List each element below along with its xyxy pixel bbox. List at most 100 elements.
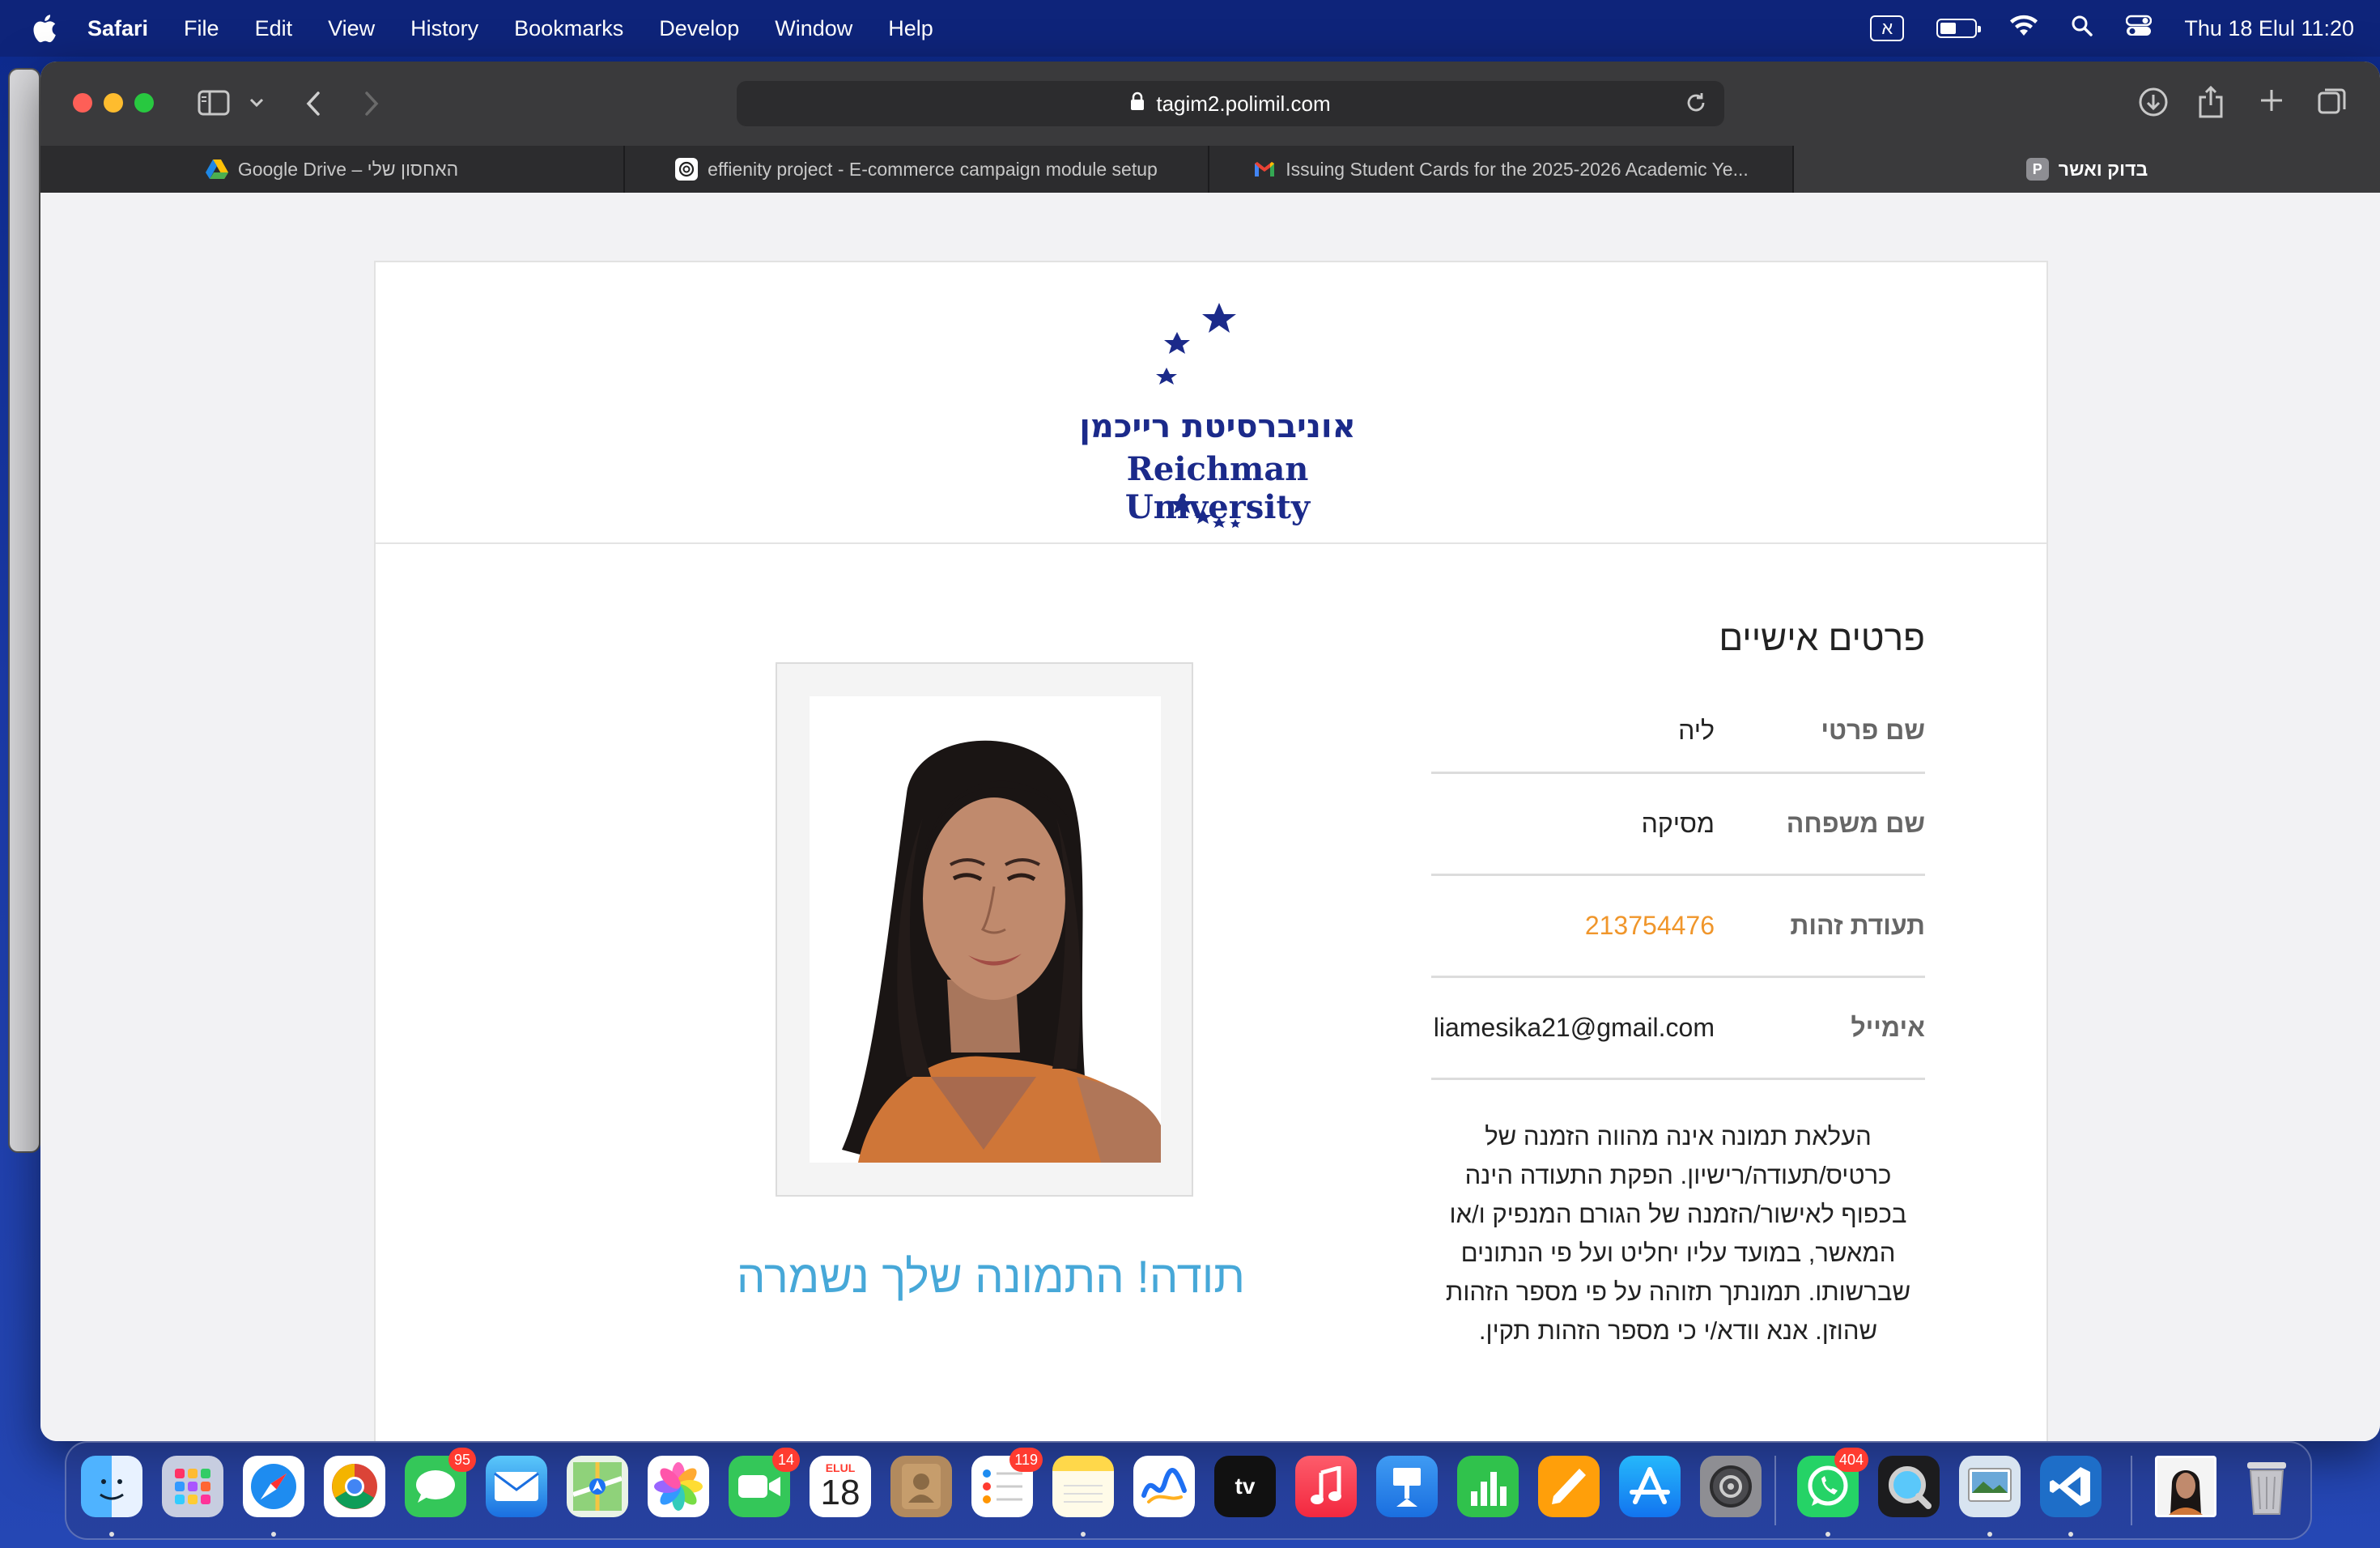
content-card: אוניברסיטת רייכמן Reichman University פר…: [374, 261, 2048, 1441]
minimize-window-button[interactable]: [104, 93, 123, 113]
preview-icon[interactable]: [1959, 1456, 2021, 1517]
finder-icon[interactable]: [81, 1456, 142, 1517]
fullscreen-window-button[interactable]: [134, 93, 154, 113]
music-icon[interactable]: [1295, 1456, 1357, 1517]
menu-window[interactable]: Window: [775, 16, 852, 41]
mail-icon[interactable]: [486, 1456, 547, 1517]
background-window[interactable]: [8, 68, 40, 1153]
apple-menu-icon[interactable]: [31, 12, 58, 45]
tab-title: Issuing Student Cards for the 2025-2026 …: [1286, 158, 1749, 180]
spotlight-search-icon[interactable]: [2071, 15, 2093, 43]
email-value: liamesika21@gmail.com: [1433, 1013, 1715, 1042]
tab-title: בדוק ואשר: [2058, 158, 2148, 180]
email-row: אימייל liamesika21@gmail.com: [1431, 978, 1925, 1080]
google-drive-icon: [205, 158, 228, 181]
back-arrow-icon[interactable]: [304, 91, 322, 117]
p-letter-icon: P: [2025, 158, 2049, 181]
input-source-icon[interactable]: א: [1870, 15, 1905, 41]
menu-clock[interactable]: Thu 18 Elul 11:20: [2184, 16, 2354, 41]
reminders-icon[interactable]: 119: [971, 1448, 1043, 1517]
menu-view[interactable]: View: [328, 16, 375, 41]
menu-bookmarks[interactable]: Bookmarks: [514, 16, 623, 41]
share-icon[interactable]: [2197, 84, 2225, 118]
wifi-icon[interactable]: [2009, 15, 2038, 43]
url-text: tagim2.polimil.com: [1156, 91, 1331, 116]
tab-google-drive[interactable]: Google Drive – האחסון שלי: [40, 146, 625, 193]
tab-title: effienity project - E-commerce campaign …: [708, 158, 1158, 180]
menu-history[interactable]: History: [410, 16, 478, 41]
tab-check-and-approve[interactable]: P בדוק ואשר: [1794, 146, 2380, 193]
facetime-badge: 14: [772, 1448, 800, 1472]
id-number-value: 213754476: [1584, 911, 1715, 940]
contacts-icon[interactable]: [890, 1456, 952, 1517]
menu-bar: Safari File Edit View History Bookmarks …: [0, 0, 2380, 57]
notice-line: כרטיס/תעודה/רישיון. הפקת התעודה הינה: [1464, 1161, 1892, 1189]
sidebar-toggle-icon[interactable]: [198, 89, 230, 117]
address-bar[interactable]: tagim2.polimil.com: [737, 81, 1724, 126]
messages-icon[interactable]: 95: [405, 1448, 476, 1517]
photos-icon[interactable]: [648, 1456, 709, 1517]
keynote-icon[interactable]: [1376, 1456, 1438, 1517]
freeform-icon[interactable]: [1133, 1456, 1195, 1517]
last-name-value: מסיקה: [1641, 809, 1715, 838]
lock-icon: [1130, 91, 1145, 117]
page-header: אוניברסיטת רייכמן Reichman University: [376, 262, 2046, 544]
first-name-value: ליה: [1678, 716, 1715, 745]
menu-file[interactable]: File: [184, 16, 219, 41]
reichman-university-logo: אוניברסיטת רייכמן Reichman University: [1039, 295, 1396, 529]
vscode-icon[interactable]: [2040, 1456, 2102, 1517]
calendar-day: 18: [820, 1473, 861, 1512]
tab-bar: Google Drive – האחסון שלי effienity proj…: [40, 146, 2380, 193]
notes-icon[interactable]: [1052, 1456, 1114, 1517]
tab-overview-icon[interactable]: [2317, 86, 2348, 117]
openai-icon: [675, 158, 699, 181]
notice-line: העלאת תמונה אינה מהווה הזמנה של: [1485, 1122, 1872, 1150]
notice-line: שהוזן. אנא וודא/י כי מספר הזהות תקין.: [1478, 1316, 1878, 1345]
app-store-icon[interactable]: [1619, 1456, 1681, 1517]
safari-window: tagim2.polimil.com Google Drive – האחסון…: [40, 62, 2380, 1441]
quicktime-icon[interactable]: [1878, 1456, 1940, 1517]
control-center-icon[interactable]: [2126, 15, 2153, 43]
calendar-icon[interactable]: ELUL 18: [810, 1456, 871, 1517]
chevron-down-icon[interactable]: [249, 97, 264, 108]
notice-line: בכפוף לאישור/הזמנה של הגורם המנפיק ו/או: [1449, 1200, 1907, 1228]
pages-icon[interactable]: [1538, 1456, 1600, 1517]
maps-icon[interactable]: [567, 1456, 628, 1517]
downloads-icon[interactable]: [2137, 86, 2170, 118]
system-settings-icon[interactable]: [1700, 1456, 1762, 1517]
menu-help[interactable]: Help: [888, 16, 933, 41]
field-label: שם פרטי: [1821, 716, 1925, 745]
tab-effienity-project[interactable]: effienity project - E-commerce campaign …: [625, 146, 1209, 193]
facetime-icon[interactable]: 14: [729, 1448, 800, 1517]
whatsapp-icon[interactable]: 404: [1797, 1448, 1868, 1517]
reload-icon[interactable]: [1684, 91, 1708, 121]
section-title: פרטים אישיים: [1719, 619, 1925, 658]
logo-english-text: Reichman University: [1124, 450, 1311, 526]
tab-title: Google Drive – האחסון שלי: [237, 158, 459, 180]
photo-frame: [776, 662, 1193, 1197]
new-tab-icon[interactable]: [2259, 87, 2284, 113]
photo-upload-notice: העלאת תמונה אינה מהווה הזמנה של כרטיס/תע…: [1431, 1117, 1925, 1350]
downloads-stack-icon[interactable]: [2155, 1456, 2216, 1517]
close-window-button[interactable]: [73, 93, 92, 113]
field-label: אימייל: [1851, 1013, 1925, 1042]
chrome-icon[interactable]: [324, 1456, 385, 1517]
forward-arrow-icon[interactable]: [363, 91, 380, 117]
logo-hebrew-text: אוניברסיטת רייכמן: [1079, 408, 1356, 445]
numbers-icon[interactable]: [1457, 1456, 1519, 1517]
apple-tv-icon[interactable]: tv: [1214, 1456, 1276, 1517]
gmail-icon: [1253, 158, 1276, 181]
reminders-badge: 119: [1009, 1448, 1043, 1472]
notice-line: שברשותו. תמונתך תזוהה על פי מספר הזהות: [1445, 1278, 1911, 1306]
battery-icon[interactable]: [1936, 19, 1982, 38]
dock: 95 14 ELUL 18 119 tv 404: [65, 1441, 2312, 1540]
menu-app-name[interactable]: Safari: [87, 16, 148, 41]
notice-line: המאשר, במועד עליו יחליט ועל פי הנתונים: [1460, 1239, 1896, 1267]
launchpad-icon[interactable]: [162, 1456, 223, 1517]
tab-gmail[interactable]: Issuing Student Cards for the 2025-2026 …: [1209, 146, 1794, 193]
menu-edit[interactable]: Edit: [255, 16, 293, 41]
id-number-row: תעודת זהות 213754476: [1431, 876, 1925, 978]
safari-icon[interactable]: [243, 1456, 304, 1517]
trash-icon[interactable]: [2236, 1456, 2297, 1517]
menu-develop[interactable]: Develop: [659, 16, 739, 41]
